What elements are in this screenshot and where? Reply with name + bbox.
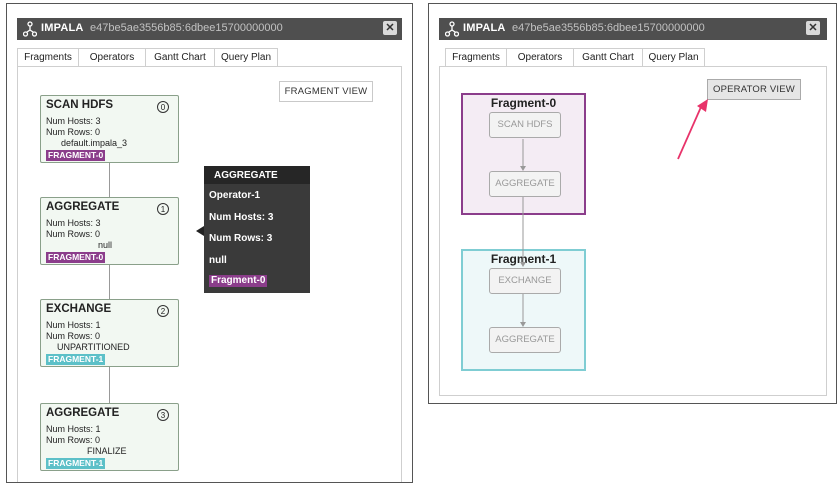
tooltip-pointer <box>196 226 204 236</box>
operator-aggregate[interactable]: AGGREGATE <box>489 171 561 197</box>
tooltip-fragment-badge: Fragment-0 <box>209 275 268 287</box>
tab-operators[interactable]: Operators <box>78 48 146 67</box>
fragment-badge: FRAGMENT-1 <box>46 458 106 469</box>
query-id: e47be5ae3556b85:6dbee15700000000 <box>512 22 705 34</box>
node-hosts: Num Hosts: 1 <box>46 320 101 330</box>
tab-gantt-chart[interactable]: Gantt Chart <box>573 48 643 67</box>
node-rows: Num Rows: 0 <box>46 127 101 137</box>
tab-query-plan[interactable]: Query Plan <box>642 48 705 67</box>
tooltip-detail: null <box>209 255 227 266</box>
node-detail: default.impala_3 <box>61 138 128 148</box>
node-hosts: Num Hosts: 3 <box>46 116 101 126</box>
tooltip-header: AGGREGATE <box>204 166 310 184</box>
fragment-badge: FRAGMENT-0 <box>46 150 106 161</box>
window-title-bar: IMPALA e47be5ae3556b85:6dbee15700000000 … <box>439 18 827 40</box>
edge-0-1 <box>109 163 110 197</box>
tooltip-rows: Num Rows: 3 <box>209 233 273 244</box>
window-title-bar: IMPALA e47be5ae3556b85:6dbee15700000000 … <box>17 18 402 40</box>
tooltip-title: AGGREGATE <box>214 170 278 181</box>
edge-1-2 <box>109 265 110 299</box>
node-title: AGGREGATE <box>46 407 120 419</box>
tab-operators[interactable]: Operators <box>506 48 574 67</box>
tab-fragments[interactable]: Fragments <box>445 48 507 67</box>
query-id: e47be5ae3556b85:6dbee15700000000 <box>90 22 283 34</box>
annotation-arrow-icon <box>677 99 708 160</box>
plan-node-aggregate-3[interactable]: AGGREGATE 3 Num Hosts: 1 Num Rows: 0 FIN… <box>40 403 179 471</box>
plan-node-scan-hdfs[interactable]: SCAN HDFS 0 Num Hosts: 3 Num Rows: 0 def… <box>40 95 179 163</box>
node-title: EXCHANGE <box>46 303 112 315</box>
operator-aggregate[interactable]: AGGREGATE <box>489 327 561 353</box>
tooltip-operator: Operator-1 <box>209 190 261 201</box>
fragment-1-group[interactable]: Fragment-1 EXCHANGE AGGREGATE <box>461 249 586 371</box>
app-name: IMPALA <box>463 22 506 34</box>
node-rows: Num Rows: 0 <box>46 229 101 239</box>
node-number: 3 <box>157 409 169 421</box>
node-hosts: Num Hosts: 1 <box>46 424 101 434</box>
operator-view-button[interactable]: OPERATOR VIEW <box>707 79 801 100</box>
tab-fragments[interactable]: Fragments <box>17 48 79 67</box>
plan-node-exchange[interactable]: EXCHANGE 2 Num Hosts: 1 Num Rows: 0 UNPA… <box>40 299 179 367</box>
edge-2-3 <box>109 367 110 403</box>
operator-scan-hdfs[interactable]: SCAN HDFS <box>489 112 561 138</box>
query-plan-canvas: OPERATOR VIEW Fragment-0 SCAN HDFS AGGRE… <box>439 66 827 396</box>
node-number: 0 <box>157 101 169 113</box>
fragment-badge: FRAGMENT-0 <box>46 252 106 263</box>
node-number: 2 <box>157 305 169 317</box>
fragment-0-group[interactable]: Fragment-0 SCAN HDFS AGGREGATE <box>461 93 586 215</box>
operator-view-window: IMPALA e47be5ae3556b85:6dbee15700000000 … <box>428 3 837 404</box>
tab-query-plan[interactable]: Query Plan <box>214 48 278 67</box>
fragment-badge: FRAGMENT-1 <box>46 354 106 365</box>
node-detail: FINALIZE <box>87 446 127 456</box>
operator-exchange[interactable]: EXCHANGE <box>489 268 561 294</box>
tooltip-hosts: Num Hosts: 3 <box>209 212 274 223</box>
network-node-icon <box>445 21 459 37</box>
node-number: 1 <box>157 203 169 215</box>
node-tooltip: AGGREGATE Operator-1 Num Hosts: 3 Num Ro… <box>204 166 310 293</box>
node-hosts: Num Hosts: 3 <box>46 218 101 228</box>
node-title: SCAN HDFS <box>46 99 114 111</box>
plan-node-aggregate-1[interactable]: AGGREGATE 1 Num Hosts: 3 Num Rows: 0 nul… <box>40 197 179 265</box>
network-node-icon <box>23 21 37 37</box>
fragment-label: Fragment-1 <box>490 252 557 266</box>
fragment-view-window: IMPALA e47be5ae3556b85:6dbee15700000000 … <box>6 3 413 483</box>
node-detail: UNPARTITIONED <box>57 342 130 352</box>
node-rows: Num Rows: 0 <box>46 331 101 341</box>
close-icon[interactable]: ✕ <box>806 21 820 35</box>
app-name: IMPALA <box>41 22 84 34</box>
node-rows: Num Rows: 0 <box>46 435 101 445</box>
node-title: AGGREGATE <box>46 201 120 213</box>
fragment-view-button[interactable]: FRAGMENT VIEW <box>279 81 373 102</box>
close-icon[interactable]: ✕ <box>383 21 397 35</box>
node-detail: null <box>98 240 113 250</box>
tab-gantt-chart[interactable]: Gantt Chart <box>145 48 215 67</box>
fragment-label: Fragment-0 <box>490 96 557 110</box>
